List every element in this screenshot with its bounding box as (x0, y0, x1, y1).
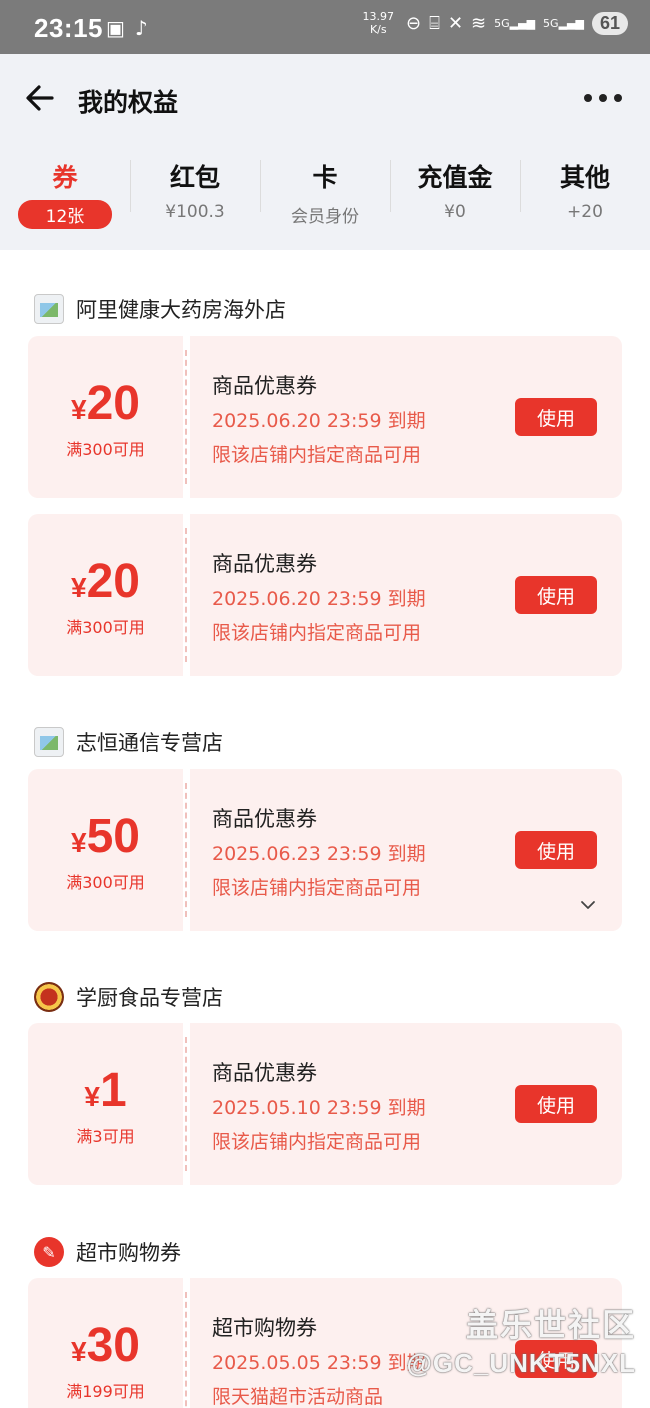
tab-bar: 券 12张 红包 ¥100.3 卡 会员身份 充值金 ¥0 其他 +20 (0, 154, 650, 234)
signal-icon-2: 5G▂▄▆ (543, 16, 584, 30)
store-name: 阿里健康大药房海外店 (76, 298, 286, 322)
coupon-card[interactable]: ¥20 满300可用 商品优惠券 2025.06.20 23:59 到期 限该店… (28, 514, 622, 676)
tab-red-packets[interactable]: 红包 ¥100.3 (130, 154, 260, 234)
coupon-condition: 满300可用 (66, 618, 145, 637)
sleep-mode-icon: ⌸ (429, 12, 440, 34)
store-logo-icon (34, 294, 64, 324)
coupon-expiry: 2025.05.05 23:59 到期 (212, 1352, 426, 1374)
coupon-amount: ¥50 (71, 810, 140, 863)
network-speed: 13.97 K/s (362, 10, 395, 36)
coupon-limit: 限该店铺内指定商品可用 (212, 444, 422, 466)
screen-record-icon: ▣ (106, 16, 125, 40)
coupon-name: 商品优惠券 (212, 374, 317, 398)
coupon-expiry: 2025.06.23 23:59 到期 (212, 843, 426, 865)
use-button[interactable]: 使用 (515, 576, 597, 614)
coupon-limit: 限天猫超市活动商品 (212, 1386, 384, 1408)
tab-value: ¥0 (444, 202, 466, 222)
more-dot-icon (599, 94, 607, 102)
tab-label: 卡 (312, 163, 338, 192)
coupon-condition: 满300可用 (66, 440, 145, 459)
battery-indicator: 61 (591, 11, 628, 35)
tiktok-icon: ♪ (134, 16, 148, 40)
coupon-condition: 满3可用 (76, 1127, 135, 1146)
coupon-amount: ¥20 (71, 555, 140, 608)
coupon-condition: 满300可用 (66, 873, 145, 892)
coupon-expiry: 2025.06.20 23:59 到期 (212, 410, 426, 432)
watermark-title: 盖乐世社区 (465, 1307, 636, 1343)
coupon-amount: ¥1 (84, 1064, 127, 1117)
more-dot-icon (614, 94, 622, 102)
coupon-expiry: 2025.06.20 23:59 到期 (212, 588, 426, 610)
coupon-limit: 限该店铺内指定商品可用 (212, 622, 422, 644)
back-button[interactable] (22, 80, 58, 116)
coupon-name: 商品优惠券 (212, 552, 317, 576)
mute-icon: ✕ (447, 12, 464, 34)
coupon-name: 商品优惠券 (212, 1061, 317, 1085)
coupon-name: 超市购物券 (212, 1316, 317, 1340)
store-header[interactable]: ✎ 超市购物券 (34, 1237, 181, 1267)
coupon-expiry: 2025.05.10 23:59 到期 (212, 1097, 426, 1119)
coupon-ticket-icon: ✎ (34, 1237, 64, 1267)
store-header[interactable]: 阿里健康大药房海外店 (34, 294, 286, 324)
tab-label: 红包 (169, 163, 220, 192)
page-title: 我的权益 (78, 88, 179, 117)
tab-value: +20 (567, 202, 603, 222)
arrow-left-icon (26, 85, 54, 111)
store-logo-icon (34, 727, 64, 757)
more-dot-icon (584, 94, 592, 102)
tab-count-badge: 12张 (17, 200, 113, 229)
store-logo-icon (34, 982, 64, 1012)
tab-label: 充值金 (417, 163, 493, 192)
store-name: 志恒通信专营店 (76, 731, 223, 755)
coupon-list[interactable]: 阿里健康大药房海外店 ¥20 满300可用 商品优惠券 2025.06.20 2… (0, 250, 650, 1408)
tab-label: 其他 (559, 163, 610, 192)
coupon-condition: 满199可用 (66, 1382, 145, 1401)
tab-others[interactable]: 其他 +20 (520, 154, 650, 234)
coupon-card[interactable]: ¥20 满300可用 商品优惠券 2025.06.20 23:59 到期 限该店… (28, 336, 622, 498)
wifi-icon: ≋ (471, 12, 487, 34)
status-bar: 23:15 ▣ ♪ 13.97 K/s ⊖ ⌸ ✕ ≋ 5G▂▄▆ 5G▂▄▆ … (0, 0, 650, 54)
more-menu-button[interactable] (584, 90, 622, 106)
tab-coupons[interactable]: 券 12张 (0, 154, 130, 234)
store-header[interactable]: 志恒通信专营店 (34, 727, 223, 757)
coupon-limit: 限该店铺内指定商品可用 (212, 1131, 422, 1153)
watermark-user: @GC_UNKT5NXL (406, 1348, 636, 1378)
chevron-down-icon[interactable] (580, 897, 596, 913)
use-button[interactable]: 使用 (515, 1085, 597, 1123)
header: 我的权益 券 12张 红包 ¥100.3 卡 会员身份 充值金 ¥0 其他 +2… (0, 54, 650, 250)
status-time: 23:15 (34, 13, 103, 43)
do-not-disturb-icon: ⊖ (406, 12, 422, 34)
coupon-amount: ¥30 (71, 1319, 140, 1372)
store-header[interactable]: 学厨食品专营店 (34, 982, 223, 1012)
coupon-name: 商品优惠券 (212, 807, 317, 831)
tab-value: ¥100.3 (165, 202, 225, 222)
tab-label: 券 (52, 163, 78, 192)
signal-icon-1: 5G▂▄▆ (494, 16, 536, 30)
use-button[interactable]: 使用 (515, 398, 597, 436)
tab-recharge[interactable]: 充值金 ¥0 (390, 154, 520, 234)
tab-cards[interactable]: 卡 会员身份 (260, 154, 390, 234)
coupon-card[interactable]: ¥50 满300可用 商品优惠券 2025.06.23 23:59 到期 限该店… (28, 769, 622, 931)
use-button[interactable]: 使用 (515, 831, 597, 869)
coupon-card[interactable]: ¥1 满3可用 商品优惠券 2025.05.10 23:59 到期 限该店铺内指… (28, 1023, 622, 1185)
store-name: 超市购物券 (76, 1241, 181, 1265)
store-name: 学厨食品专营店 (76, 986, 223, 1010)
coupon-amount: ¥20 (71, 377, 140, 430)
tab-value: 会员身份 (291, 207, 359, 227)
coupon-limit: 限该店铺内指定商品可用 (212, 877, 422, 899)
